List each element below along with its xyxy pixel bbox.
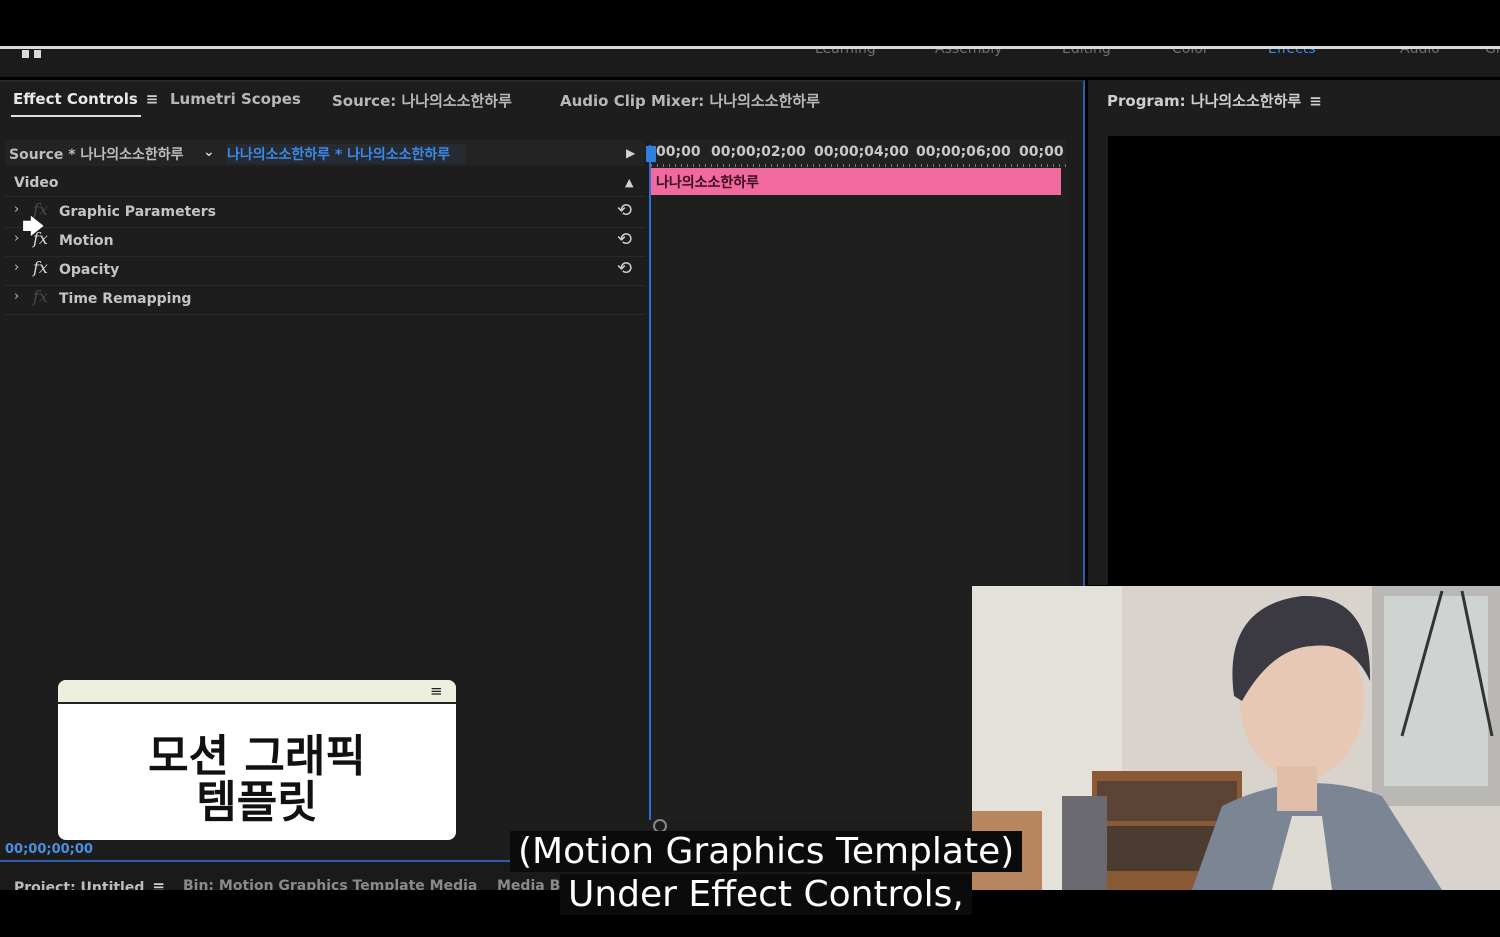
tab-label: Effect Controls (13, 90, 138, 108)
playhead-handle[interactable] (646, 146, 656, 162)
ruler-label: 00;00;06;00 (916, 144, 1011, 160)
chevron-right-icon[interactable]: › (14, 289, 19, 304)
webcam-overlay (972, 586, 1500, 890)
ruler-label: 00;00;02;00 (711, 144, 806, 160)
ruler-label: 00;00 (1019, 144, 1064, 160)
fx-toggle-icon[interactable]: fx (33, 287, 48, 306)
workspace-bar: Learning Assembly Editing Color Effects … (0, 49, 1500, 77)
reset-icon[interactable]: ⟲ (617, 200, 632, 221)
program-monitor-panel (1088, 80, 1500, 585)
effect-name: Opacity (59, 262, 120, 278)
fx-toggle-icon[interactable]: fx (33, 258, 48, 277)
tab-label: Program: 나나의소소한하루 (1107, 92, 1302, 110)
workspace-tab-audio[interactable]: Audio (1400, 49, 1440, 57)
panel-menu-icon[interactable]: ≡ (146, 90, 159, 108)
effect-name: Graphic Parameters (59, 204, 216, 220)
video-section-header[interactable]: Video ▲ (5, 170, 645, 197)
panel-menu-icon[interactable]: ≡ (1309, 92, 1322, 110)
home-icon[interactable] (22, 50, 29, 58)
effect-row-motion[interactable]: › fx Motion ⟲ (5, 227, 645, 257)
playhead-line[interactable] (649, 145, 651, 820)
collapse-icon[interactable]: ▲ (625, 176, 633, 189)
ruler-label: 00;00;04;00 (814, 144, 909, 160)
tab-effect-controls[interactable]: Effect Controls ≡ (13, 90, 158, 108)
workspace-tab-color[interactable]: Color (1172, 49, 1209, 57)
workspace-tab-editing[interactable]: Editing (1062, 49, 1111, 57)
effect-name: Motion (59, 233, 114, 249)
card-header (58, 680, 456, 704)
home-icon-part (34, 50, 41, 58)
sequence-clip-dropdown[interactable]: 나나의소소한하루 * 나나의소소한하루 (227, 144, 467, 164)
workspace-tab-graphics[interactable]: Gr (1485, 49, 1500, 57)
workspace-tab-effects[interactable]: Effects (1268, 49, 1316, 57)
chevron-right-icon[interactable]: › (14, 202, 19, 217)
workspace-tab-assembly[interactable]: Assembly (935, 49, 1002, 57)
ruler-ticks (651, 164, 1066, 167)
tab-program[interactable]: Program: 나나의소소한하루 ≡ (1107, 90, 1322, 111)
source-clip-label: Source * 나나의소소한하루 (9, 147, 184, 163)
reset-icon[interactable]: ⟲ (617, 258, 632, 279)
hamburger-menu-icon: ≡ (430, 682, 443, 700)
reset-icon[interactable]: ⟲ (617, 229, 632, 250)
tab-source[interactable]: Source: 나나의소소한하루 (332, 90, 512, 111)
top-bar (0, 0, 1500, 48)
chevron-right-icon[interactable]: › (14, 260, 19, 275)
effect-row-graphic-parameters[interactable]: › fx Graphic Parameters ⟲ (5, 198, 645, 228)
subtitle-line1: (Motion Graphics Template) (510, 831, 1023, 872)
chevron-down-icon[interactable]: ⌄ (203, 144, 215, 160)
program-monitor-viewport (1108, 136, 1500, 585)
workspace-tab-learning[interactable]: Learning (815, 49, 876, 57)
subtitle-line2: Under Effect Controls, (560, 874, 972, 915)
top-divider (0, 46, 1500, 49)
ruler-label: 00;00 (656, 144, 701, 160)
clip-label: 나나의소소한하루 (656, 175, 760, 191)
mouse-cursor-icon: 🡆 (22, 215, 45, 240)
active-tab-indicator (11, 115, 141, 117)
chevron-right-icon[interactable]: › (14, 231, 19, 246)
tab-audio-clip-mixer[interactable]: Audio Clip Mixer: 나나의소소한하루 (560, 90, 820, 111)
presenter-video-image (972, 586, 1500, 890)
section-label: Video (14, 175, 59, 191)
play-icon[interactable]: ▶ (626, 146, 635, 160)
card-title-line2: 템플릿 (196, 777, 318, 828)
effect-row-time-remapping[interactable]: › fx Time Remapping (5, 285, 645, 315)
current-timecode[interactable]: 00;00;00;00 (5, 842, 93, 857)
tab-lumetri-scopes[interactable]: Lumetri Scopes (170, 90, 301, 108)
effect-row-opacity[interactable]: › fx Opacity ⟲ (5, 256, 645, 286)
effect-name: Time Remapping (59, 291, 192, 307)
